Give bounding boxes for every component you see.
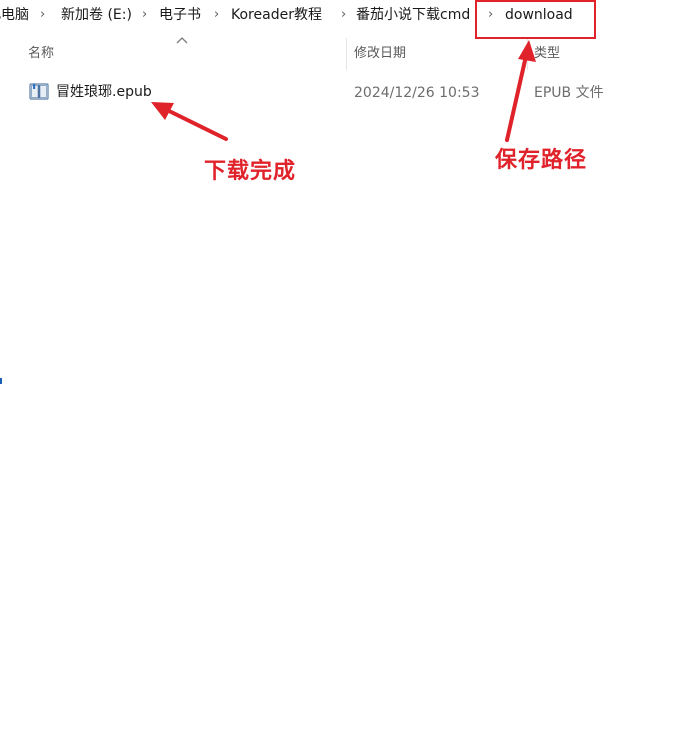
file-row[interactable]: 冒姓琅琊.epub 2024/12/26 10:53 EPUB 文件 (20, 80, 660, 104)
breadcrumb-item-drive-e[interactable]: 新加卷 (E:) (61, 6, 132, 24)
column-header-name[interactable]: 名称 (28, 46, 54, 62)
breadcrumb-item-fanqie-downloader[interactable]: 番茄小说下载cmd (356, 6, 478, 24)
annotation-arrows (151, 40, 536, 142)
column-divider[interactable] (346, 38, 347, 70)
chevron-right-icon: › (142, 7, 148, 22)
annotation-save-path: 保存路径 (495, 148, 588, 173)
column-header-type[interactable]: 类型 (534, 46, 560, 62)
breadcrumb-item-koreader-tutorial[interactable]: Koreader教程 (231, 6, 322, 24)
file-explorer-window: 此电脑 › 新加卷 (E:) › 电子书 › Koreader教程 › 番茄小说… (0, 0, 675, 732)
file-type: EPUB 文件 (534, 85, 604, 101)
chevron-right-icon: › (214, 7, 220, 22)
chevron-right-icon: › (40, 7, 46, 22)
arrow-to-file (151, 102, 228, 141)
file-modified-date: 2024/12/26 10:53 (354, 85, 480, 101)
highlight-box (475, 0, 596, 39)
column-divider[interactable] (527, 38, 528, 70)
column-header-modified[interactable]: 修改日期 (354, 46, 406, 62)
sort-ascending-icon[interactable] (176, 36, 188, 44)
annotation-download-done: 下载完成 (204, 159, 297, 184)
book-icon (29, 83, 49, 100)
breadcrumb-item-ebooks[interactable]: 电子书 (159, 6, 201, 24)
scroll-edge-mark (0, 378, 2, 384)
breadcrumb-item-this-pc[interactable]: 此电脑 (0, 6, 35, 24)
chevron-right-icon: › (341, 7, 347, 22)
file-name: 冒姓琅琊.epub (56, 84, 152, 100)
